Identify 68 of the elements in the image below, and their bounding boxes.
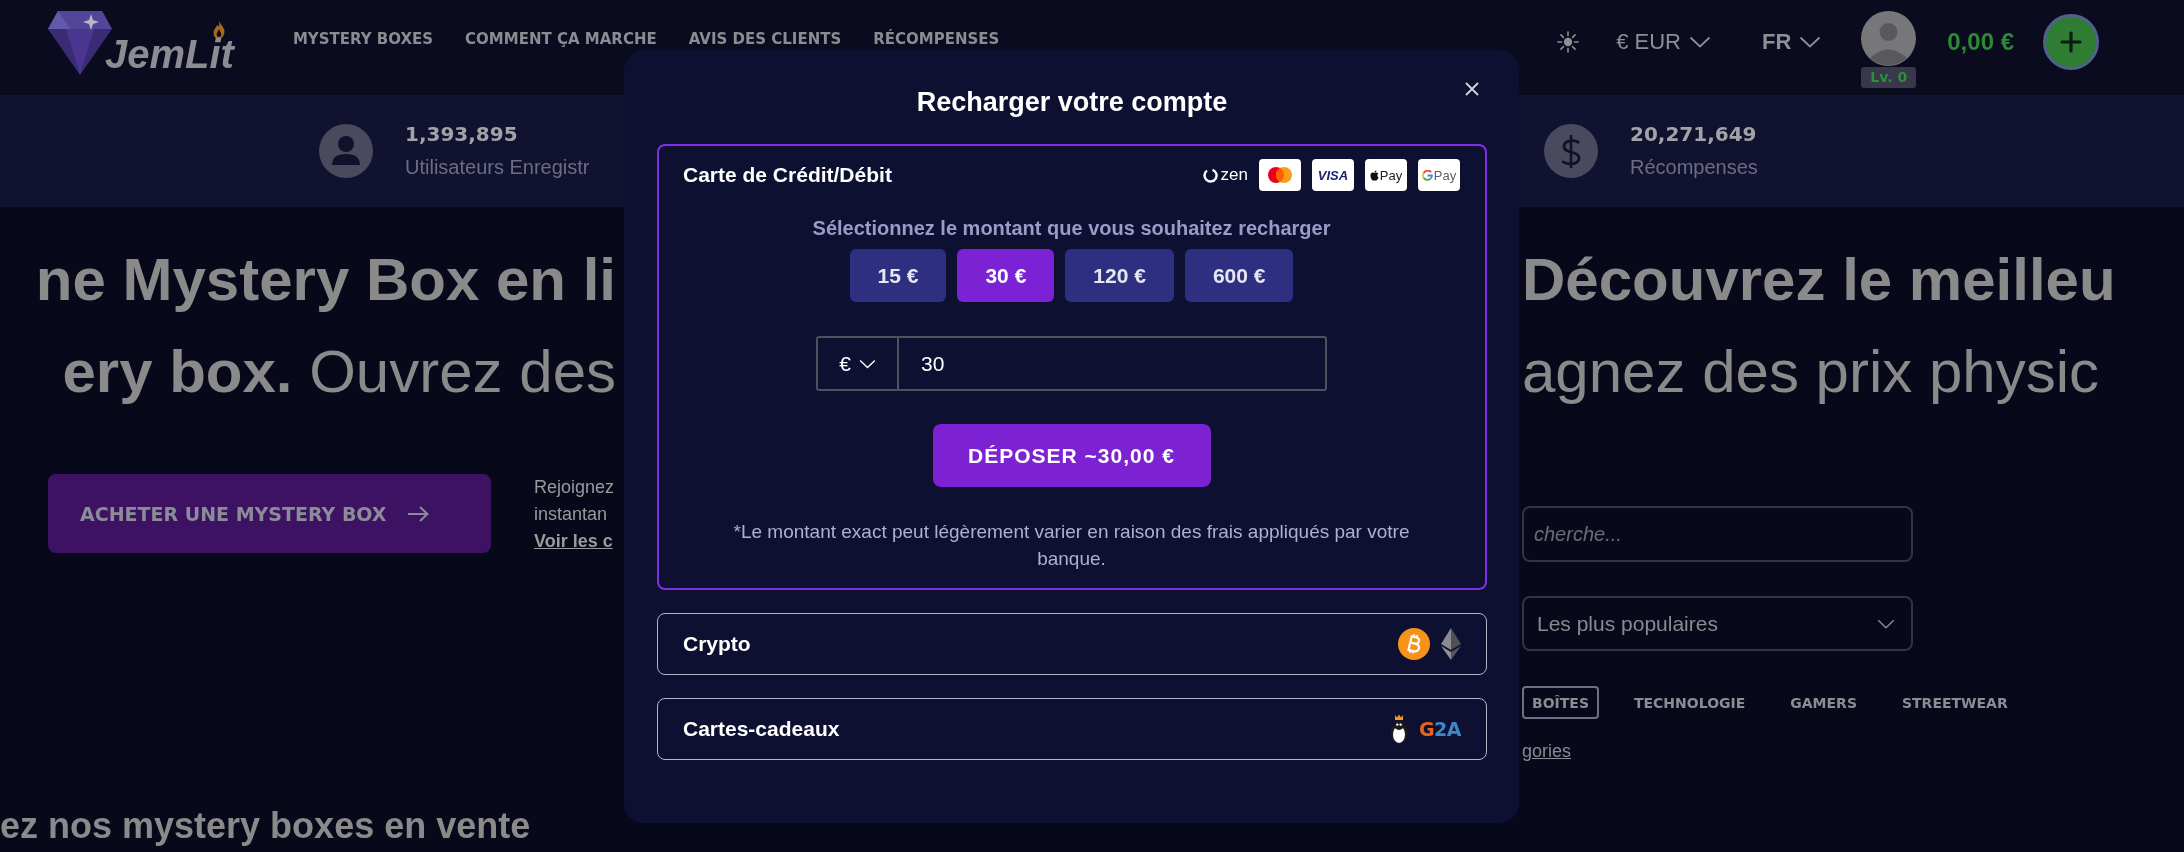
language-dropdown[interactable]: FR <box>1761 29 1822 55</box>
category-tab[interactable]: STREETWEAR <box>1892 686 2018 719</box>
body-text: Rejoignez <box>534 476 615 499</box>
disclaimer-text: *Le montant exact peut légèrement varier en raison des frais appliqués par votre banque. <box>732 520 1411 571</box>
category-tab[interactable]: BOÎTES <box>1522 686 1599 719</box>
method-title[interactable]: Carte de Crédit/Débit <box>683 163 892 187</box>
chevron-icon <box>1688 36 1711 48</box>
nav-link[interactable]: MYSTERY BOXES <box>292 30 434 48</box>
arrow-icon <box>406 505 429 522</box>
headline-text: Découvrez le meilleu <box>1522 245 2117 315</box>
ring-icon <box>1202 167 1218 183</box>
add-funds-button[interactable] <box>2043 14 2099 70</box>
logo-text: zen <box>1220 165 1248 185</box>
coin-icon <box>1398 628 1430 660</box>
sun-icon[interactable] <box>1557 31 1580 53</box>
amount-option[interactable]: 15 € <box>849 249 947 302</box>
stat-value: 1,393,895 <box>405 121 519 147</box>
stat-label: Utilisateurs Enregistr <box>405 155 590 180</box>
sort-select[interactable]: Les plus populaires <box>1522 596 1913 651</box>
text-link[interactable]: Voir les c <box>534 528 615 555</box>
close-button[interactable] <box>1463 80 1481 98</box>
chevron-icon <box>858 358 876 369</box>
modal-title: Recharger votre compte <box>916 86 1228 119</box>
amount-option[interactable]: 120 € <box>1065 249 1174 302</box>
headline-text: agnez des prix physic <box>1522 337 2100 407</box>
wordmark-logo: G2A <box>1418 718 1461 740</box>
headline-text: ery box. Ouvrez des <box>61 337 617 407</box>
chevron-icon <box>1877 618 1895 629</box>
avatar-icon[interactable] <box>1861 10 1917 66</box>
logo-text: Pay <box>1433 167 1457 183</box>
stat-value: 20,271,649 <box>1630 121 1758 147</box>
section-heading: ez nos mystery boxes en vente <box>0 806 531 848</box>
user-icon <box>319 124 373 178</box>
flame-icon <box>212 21 226 39</box>
headline-text: ne Mystery Box en li <box>34 245 617 315</box>
penguin-icon <box>1389 714 1408 744</box>
prompt-text: Sélectionnez le montant que vous souhaitez recharger <box>811 216 1332 241</box>
amount-option[interactable]: 30 € <box>957 249 1055 302</box>
apple-icon <box>1369 169 1379 181</box>
category-tab[interactable]: GAMERS <box>1780 686 1867 719</box>
plus-icon <box>2060 31 2082 53</box>
text-link[interactable]: gories <box>1522 739 1572 763</box>
balance-amount: 0,00 € <box>1947 28 2014 56</box>
circles-logo-icon <box>1259 159 1301 191</box>
currency-dropdown[interactable]: € EUR <box>1616 29 1711 55</box>
chevron-icon <box>1799 36 1822 48</box>
octahedron-icon <box>1441 628 1461 660</box>
category-tab[interactable]: TECHNOLOGIE <box>1624 686 1756 719</box>
body-text: instantan <box>534 503 609 526</box>
logo-text: Pay <box>1379 167 1403 183</box>
cta-button[interactable]: ACHETER UNE MYSTERY BOX <box>48 474 491 553</box>
logo-wordmark[interactable]: JemLit <box>105 38 234 70</box>
method-title[interactable]: Crypto <box>683 632 751 656</box>
dollar-icon <box>1544 124 1598 178</box>
nav-link[interactable]: RÉCOMPENSES <box>873 30 1000 48</box>
amount-input[interactable]: 30 <box>898 336 1327 391</box>
g-icon <box>1421 169 1433 181</box>
search-field[interactable]: cherche... <box>1522 506 1913 562</box>
deposit-button[interactable]: DÉPOSER ~30,00 € <box>932 424 1211 487</box>
close-icon <box>1465 82 1479 96</box>
level-badge: Lv. 0 <box>1861 66 1917 88</box>
card-logo: VISA <box>1312 159 1354 191</box>
method-title[interactable]: Cartes-cadeaux <box>683 717 840 741</box>
amount-option[interactable]: 600 € <box>1184 249 1294 302</box>
stat-label: Récompenses <box>1630 155 1758 180</box>
currency-select[interactable]: € <box>816 336 898 391</box>
nav-link[interactable]: COMMENT ÇA MARCHE <box>465 30 657 48</box>
nav-link[interactable]: AVIS DES CLIENTS <box>688 30 842 48</box>
